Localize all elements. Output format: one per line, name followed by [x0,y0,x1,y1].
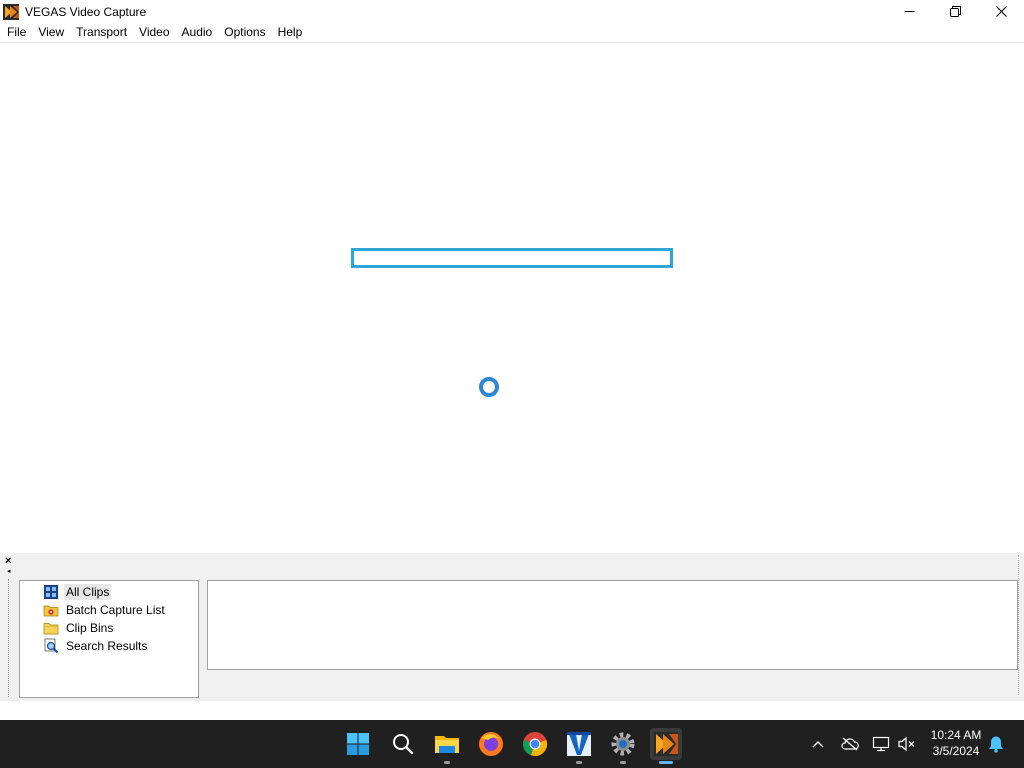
chrome-icon [522,732,548,757]
capture-workspace [0,43,1024,553]
taskbar-search-button[interactable] [387,728,419,760]
window-title: VEGAS Video Capture [25,4,147,19]
title-bar[interactable]: VEGAS Video Capture [0,0,1024,23]
restore-icon [949,6,961,17]
vegas-capture-icon [654,732,678,756]
chevron-up-icon [812,741,824,748]
active-indicator [659,761,673,764]
menu-file[interactable]: File [0,23,31,42]
file-explorer-icon [435,736,459,753]
dock-close-icon[interactable]: × [5,556,11,567]
taskbar-vegas-movie-studio[interactable] [563,728,595,764]
tree-item-label: Clip Bins [66,621,114,635]
taskbar-settings[interactable] [607,728,639,764]
volume-tray-button[interactable] [898,735,916,753]
minimize-icon [904,11,914,12]
menu-audio[interactable]: Audio [175,23,218,42]
tree-item-search-results[interactable]: Search Results [43,638,149,654]
taskbar-firefox[interactable] [475,728,507,760]
cloud-offline-icon [841,737,859,751]
search-icon [393,734,414,755]
taskbar-chrome[interactable] [519,728,551,760]
notifications-button[interactable] [987,735,1005,753]
dock-grip-handle[interactable] [8,579,12,697]
tree-item-all-clips[interactable]: All Clips [43,584,112,600]
taskbar-start-button[interactable] [342,728,374,760]
tree-item-clip-bins[interactable]: Clip Bins [43,620,115,636]
tree-item-label: All Clips [64,584,112,600]
clock-time: 10:24 AM [930,728,982,742]
running-indicator [576,761,582,764]
search-results-icon [44,638,59,654]
close-button[interactable] [978,0,1024,23]
show-hidden-icons-button[interactable] [809,735,827,753]
taskbar-clock[interactable]: 10:24 AM 3/5/2024 [924,727,988,759]
taskbar-vegas-video-capture[interactable] [650,728,682,764]
menu-help[interactable]: Help [271,23,308,42]
taskbar-file-explorer[interactable] [431,728,463,764]
menu-bar: File View Transport Video Audio Options … [0,23,1024,43]
clip-list-view[interactable] [207,580,1018,670]
film-clips-icon [44,585,58,599]
clip-tree: All Clips Batch Capture List Clip Bins S… [19,580,199,698]
close-icon [995,6,1007,17]
loading-progress-box [351,248,673,268]
menu-video[interactable]: Video [132,23,174,42]
vegas-movie-studio-icon [567,732,591,756]
dock-resize-handle[interactable] [1018,555,1022,695]
running-indicator [620,761,626,764]
folder-icon [43,623,59,635]
clock-date: 3/5/2024 [932,744,980,758]
firefox-icon [479,732,503,756]
vegas-app-icon [3,3,19,20]
network-icon [872,736,890,752]
tree-item-label: Search Results [66,639,148,653]
cloud-tray-button[interactable] [841,735,859,753]
volume-muted-icon [898,736,915,752]
clip-explorer-dock: × ◂ All Clips Batch Capture List Clip Bi… [0,553,1024,701]
bell-icon [989,736,1003,753]
loading-spinner-icon [479,377,499,397]
minimize-button[interactable] [886,0,932,23]
network-tray-button[interactable] [872,735,890,753]
windows-start-icon [347,733,369,755]
tree-item-label: Batch Capture List [66,603,165,617]
tree-item-batch-capture-list[interactable]: Batch Capture List [43,602,167,618]
dock-pin-icon[interactable]: ◂ [7,568,11,576]
batch-folder-icon [43,605,59,617]
menu-options[interactable]: Options [217,23,270,42]
running-indicator [444,761,450,764]
menu-transport[interactable]: Transport [69,23,132,42]
settings-gear-icon [611,732,635,756]
menu-view[interactable]: View [31,23,69,42]
taskbar [0,720,1024,768]
restore-button[interactable] [932,0,978,23]
